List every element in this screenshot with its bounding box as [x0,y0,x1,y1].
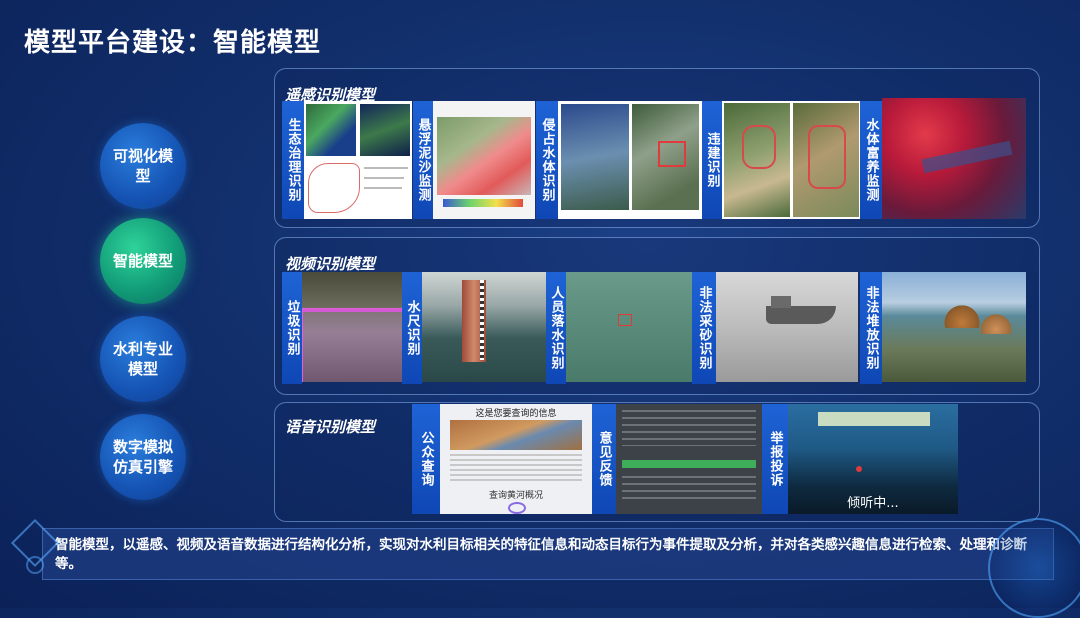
video-title: 视频识别模型 [285,255,376,273]
img-encroach [558,101,702,219]
vlabel-public-query: 公众查询 [412,404,440,514]
nav-digital-simulation-engine[interactable]: 数字模拟仿真引擎 [100,414,186,500]
img-drowning [566,272,692,382]
img-illegal-dumping [882,272,1026,382]
vlabel-encroach: 侵占水体识别 [536,101,558,219]
vlabel-illegal-sand: 非法采砂识别 [692,272,716,384]
nav-water-conservancy-model[interactable]: 水利专业模型 [100,316,186,402]
vlabel-report-complaint: 举报投诉 [762,404,788,514]
page-title: 模型平台建设：智能模型 [24,28,322,58]
img-feedback [616,404,762,514]
globe-icon [988,518,1080,618]
vlabel-sediment: 悬浮泥沙监测 [413,101,433,219]
nav-intelligent-model[interactable]: 智能模型 [100,218,186,304]
voice-title: 语音识别模型 [285,418,376,436]
footer-description: 智能模型，以遥感、视频及语音数据进行结构化分析，实现对水利目标相关的特征信息和动… [55,537,1027,572]
vlabel-eco: 生态治理识别 [282,101,304,219]
img-sediment [433,101,535,219]
nav-visualization-model[interactable]: 可视化模型 [100,123,186,209]
listening-text: 倾听中... [847,496,899,511]
vlabel-illegal-building: 违建识别 [702,101,722,219]
img-eutrophication [882,98,1026,219]
vlabel-drowning: 人员落水识别 [546,272,566,384]
img-illegal-sand [716,272,858,382]
nav-label: 数字模拟仿真引擎 [112,438,173,476]
img-garbage [302,272,402,382]
vlabel-illegal-dumping: 非法堆放识别 [860,272,882,384]
nav-label: 水利专业模型 [112,340,173,378]
img-public-query: 这是您要查询的信息 查询黄河概况 [440,404,592,514]
query-header-text: 这是您要查询的信息 [475,409,557,419]
vlabel-garbage: 垃圾识别 [282,272,302,384]
nav-label: 智能模型 [112,252,173,270]
footer-bar: 智能模型，以遥感、视频及语音数据进行结构化分析，实现对水利目标相关的特征信息和动… [42,528,1054,580]
img-report-complaint: 倾听中... [788,404,958,514]
tech-decoration-icon [8,518,60,580]
vlabel-water-gauge: 水尺识别 [402,272,422,384]
nav-label: 可视化模型 [112,147,173,185]
query-footer-text: 查询黄河概况 [488,491,543,501]
img-water-gauge [422,272,546,382]
mic-icon[interactable] [508,502,526,514]
img-illegal-building [722,101,860,219]
img-eco [304,101,412,219]
vlabel-feedback: 意见反馈 [592,404,616,514]
vlabel-eutrophication: 水体富养监测 [860,101,882,219]
